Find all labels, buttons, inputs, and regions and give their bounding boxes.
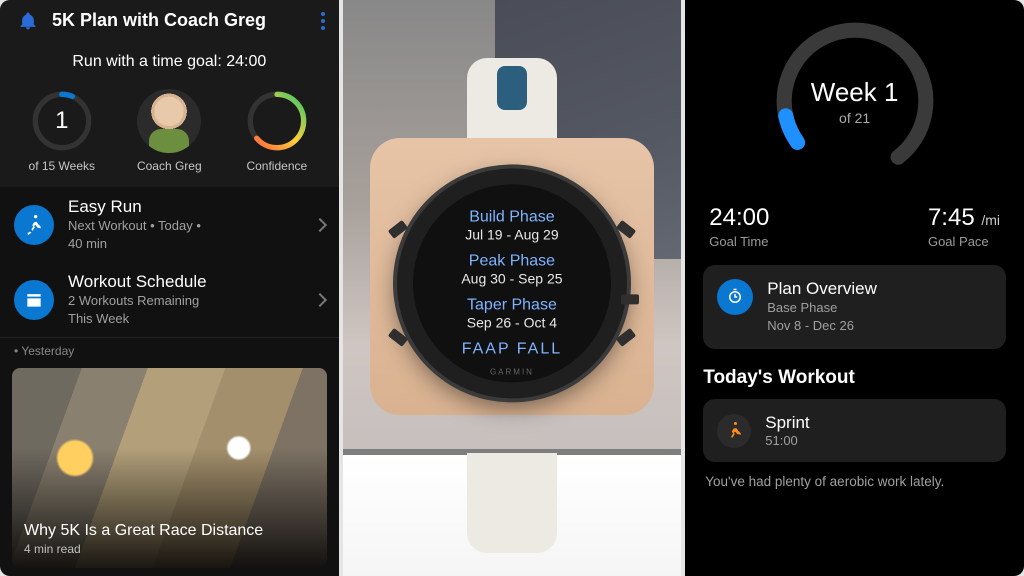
goal-pace-unit: /mi: [981, 212, 1000, 228]
workout-list: Easy Run Next Workout • Today • 40 min W…: [0, 187, 339, 337]
sprint-icon: [717, 414, 751, 448]
week-number: 1: [30, 89, 94, 153]
plan-overview-panel: Week 1 of 21 24:00 Goal Time 7:45 /mi Go…: [685, 0, 1024, 576]
workout-name: Sprint: [765, 413, 809, 433]
goal-pace-value: 7:45: [928, 204, 975, 231]
chevron-right-icon: [313, 217, 327, 231]
bell-icon[interactable]: [18, 11, 38, 31]
plan-overview-card[interactable]: Plan Overview Base PhaseNov 8 - Dec 26: [703, 265, 1006, 349]
article-read-time: 4 min read: [24, 542, 315, 556]
watch-face[interactable]: Build Phase Jul 19 - Aug 29 Peak Phase A…: [397, 168, 627, 398]
week-of: of 21: [839, 110, 870, 126]
today-workout-card[interactable]: Sprint 51:00: [703, 399, 1006, 462]
row-schedule[interactable]: Workout Schedule 2 Workouts Remaining Th…: [0, 262, 339, 337]
goal-time-block[interactable]: 24:00 Goal Time: [709, 204, 769, 249]
workout-note: You've had plenty of aerobic work lately…: [703, 462, 1006, 489]
watch-brand: GARMIN: [413, 367, 611, 376]
top-bar: 5K Plan with Coach Greg: [0, 0, 339, 39]
stopwatch-icon: [717, 279, 753, 315]
goal-time-value: 24:00: [709, 204, 769, 232]
summary-stats: 1 of 15 Weeks Coach Greg: [0, 83, 339, 187]
phase-row: Taper Phase Sep 26 - Oct 4: [467, 296, 557, 330]
row-title: Workout Schedule: [68, 272, 301, 292]
today-workout-title: Today's Workout: [703, 367, 1006, 389]
row-title: Easy Run: [68, 197, 301, 217]
phase-row: Peak Phase Aug 30 - Sep 25: [461, 252, 562, 286]
week-label: Week 1: [811, 77, 899, 108]
overflow-menu-icon[interactable]: [321, 12, 325, 30]
weeks-stat[interactable]: 1 of 15 Weeks: [9, 89, 115, 173]
page-title: 5K Plan with Coach Greg: [52, 10, 307, 31]
runner-icon: [14, 205, 54, 245]
row-next-workout[interactable]: Easy Run Next Workout • Today • 40 min: [0, 187, 339, 262]
goal-line: Run with a time goal: 24:00: [0, 39, 339, 83]
phase-row: Build Phase Jul 19 - Aug 29: [465, 208, 558, 242]
week-progress-ring[interactable]: Week 1 of 21: [770, 16, 940, 186]
row-subtitle: Next Workout • Today • 40 min: [68, 217, 301, 252]
coach-avatar: [137, 89, 201, 153]
goal-metrics: 24:00 Goal Time 7:45 /mi Goal Pace: [703, 204, 1006, 265]
row-subtitle: 2 Workouts Remaining This Week: [68, 292, 301, 327]
calendar-icon: [14, 280, 54, 320]
chevron-right-icon: [313, 293, 327, 307]
watch-photo-panel: Build Phase Jul 19 - Aug 29 Peak Phase A…: [343, 0, 682, 576]
overview-title: Plan Overview: [767, 279, 877, 299]
workout-duration: 51:00: [765, 433, 809, 448]
confidence-stat[interactable]: Confidence: [224, 89, 330, 173]
goal-pace-block[interactable]: 7:45 /mi Goal Pace: [928, 204, 1000, 249]
yesterday-divider: Yesterday: [0, 337, 339, 362]
article-title: Why 5K Is a Great Race Distance: [24, 522, 315, 540]
coach-stat[interactable]: Coach Greg: [116, 89, 222, 173]
goal-pace-label: Goal Pace: [928, 234, 1000, 249]
goal-time-label: Goal Time: [709, 234, 769, 249]
phase-row-cutoff: FAAP FALL: [462, 340, 562, 358]
article-card[interactable]: Why 5K Is a Great Race Distance 4 min re…: [12, 368, 327, 568]
garmin-connect-panel: 5K Plan with Coach Greg Run with a time …: [0, 0, 339, 576]
